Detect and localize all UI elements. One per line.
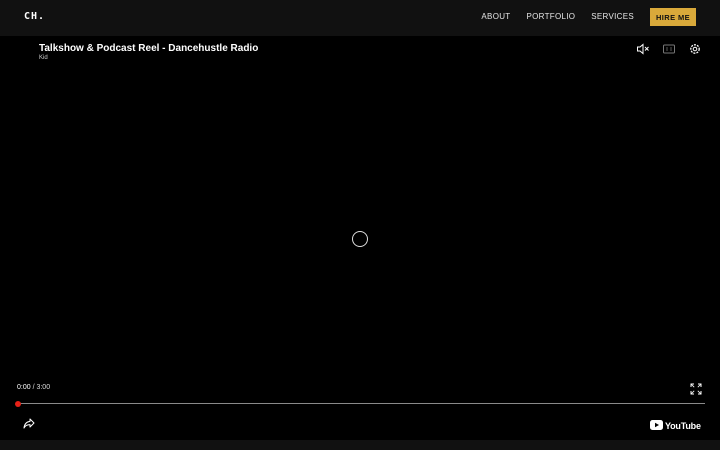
share-icon[interactable]	[22, 416, 36, 430]
nav-link-about[interactable]: ABOUT	[481, 12, 510, 21]
youtube-logo[interactable]: YouTube	[650, 417, 701, 435]
youtube-wordmark: YouTube	[665, 421, 701, 431]
captions-icon[interactable]	[662, 42, 676, 56]
youtube-play-icon	[650, 417, 663, 435]
hire-me-button[interactable]: HIRE ME	[650, 8, 696, 26]
fullscreen-icon[interactable]	[690, 382, 702, 395]
site-logo[interactable]: CH.	[24, 11, 45, 22]
progress-scrubber[interactable]	[15, 401, 21, 407]
nav-links: ABOUT PORTFOLIO SERVICES	[481, 12, 634, 21]
nav-link-portfolio[interactable]: PORTFOLIO	[526, 12, 575, 21]
video-title[interactable]: Talkshow & Podcast Reel - Dancehustle Ra…	[39, 43, 258, 54]
current-time: 0:00	[17, 384, 31, 391]
settings-icon[interactable]	[688, 42, 702, 56]
page-bottom-strip	[0, 440, 720, 450]
loading-spinner	[352, 231, 368, 247]
nav-link-services[interactable]: SERVICES	[591, 12, 634, 21]
top-navigation: CH. ABOUT PORTFOLIO SERVICES HIRE ME	[0, 0, 720, 36]
mute-icon[interactable]	[636, 42, 650, 56]
channel-name[interactable]: Kid	[39, 55, 48, 61]
video-player[interactable]: Talkshow & Podcast Reel - Dancehustle Ra…	[0, 36, 720, 440]
duration: 3:00	[36, 384, 51, 391]
player-top-controls	[636, 42, 702, 56]
progress-bar[interactable]	[18, 403, 705, 404]
time-display: 0:00 / 3:00	[17, 384, 50, 391]
